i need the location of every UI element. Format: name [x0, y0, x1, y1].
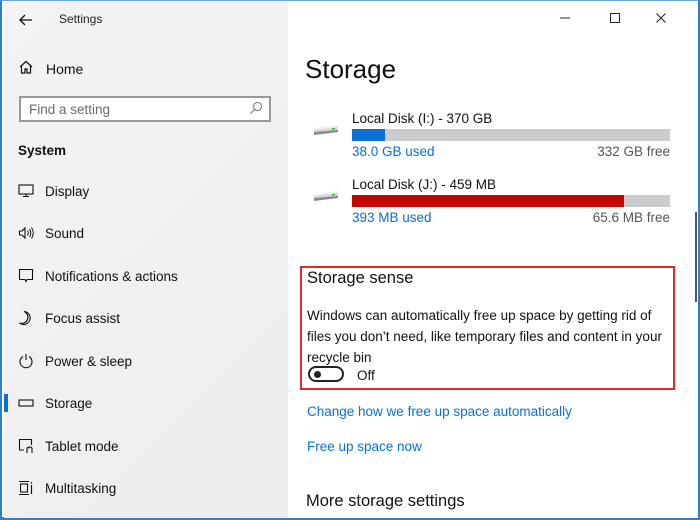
search-placeholder: Find a setting: [29, 102, 111, 117]
scrollbar[interactable]: [695, 212, 697, 302]
settings-window: Settings Home Find a setting System Disp…: [0, 0, 700, 520]
back-button[interactable]: [18, 6, 38, 30]
sidebar-item-label: Notifications & actions: [45, 268, 178, 284]
close-icon: [656, 13, 666, 23]
sidebar-item-label: Storage: [45, 395, 93, 411]
moon-icon: [17, 309, 35, 327]
disk-used-link[interactable]: 38.0 GB used: [352, 144, 435, 159]
sidebar-item-sound[interactable]: Sound: [4, 215, 288, 251]
app-title: Settings: [59, 12, 103, 26]
toggle-knob: [314, 371, 321, 378]
disk-free-text: 332 GB free: [597, 144, 670, 159]
sidebar-item-label: Tablet mode: [45, 438, 119, 454]
sidebar-item-label: Sound: [45, 225, 85, 241]
minimize-button[interactable]: [542, 4, 588, 32]
sidebar-item-power-sleep[interactable]: Power & sleep: [4, 343, 288, 379]
sidebar-item-label: Multitasking: [45, 480, 117, 496]
sidebar-item-focus-assist[interactable]: Focus assist: [4, 300, 288, 336]
disk-name: Local Disk (I:) - 370 GB: [352, 111, 493, 126]
sidebar-item-multitasking[interactable]: Multitasking: [4, 470, 288, 506]
toggle-state-label: Off: [357, 368, 375, 383]
disk-item[interactable]: Local Disk (I:) - 370 GB 38.0 GB used 33…: [306, 111, 676, 161]
close-button[interactable]: [638, 4, 684, 32]
main-content: Storage Local Disk (I:) - 370 GB 38.0 GB…: [288, 2, 698, 518]
disk-usage-bar[interactable]: [352, 129, 670, 141]
storage-icon: [17, 394, 35, 412]
storage-sense-description: Windows can automatically free up space …: [307, 308, 662, 365]
monitor-icon: [17, 182, 35, 200]
disk-item[interactable]: Local Disk (J:) - 459 MB 393 MB used 65.…: [306, 177, 676, 227]
disk-usage-fill: [352, 129, 385, 141]
disk-usage-bar[interactable]: [352, 195, 670, 207]
disk-usage-fill: [352, 195, 625, 207]
more-storage-settings-heading: More storage settings: [306, 492, 465, 510]
speaker-icon: [17, 224, 35, 242]
search-icon[interactable]: [249, 101, 263, 115]
search-input[interactable]: Find a setting: [19, 96, 271, 122]
notification-icon: [17, 267, 35, 285]
sidebar-item-label: Display: [45, 183, 90, 199]
power-icon: [17, 352, 35, 370]
disk-used-link[interactable]: 393 MB used: [352, 210, 432, 225]
disk-free-text: 65.6 MB free: [592, 210, 670, 225]
drive-icon: [314, 125, 338, 135]
sidebar-item-display[interactable]: Display: [4, 173, 288, 209]
sidebar-item-label: Power & sleep: [45, 353, 133, 369]
sidebar-item-tablet-mode[interactable]: Tablet mode: [4, 428, 288, 464]
storage-sense-toggle[interactable]: [308, 366, 344, 382]
sidebar-item-label: Focus assist: [45, 310, 121, 326]
storage-sense-title: Storage sense: [307, 269, 414, 287]
sidebar: Settings Home Find a setting System Disp…: [4, 2, 288, 518]
change-free-space-link[interactable]: Change how we free up space automaticall…: [307, 404, 572, 419]
section-heading: System: [18, 143, 67, 158]
home-label: Home: [46, 60, 84, 77]
drive-icon: [314, 191, 338, 201]
page-title: Storage: [305, 54, 397, 84]
minimize-icon: [560, 17, 570, 19]
tablet-mode-icon: [17, 437, 35, 455]
arrow-left-icon: [19, 14, 32, 26]
sidebar-item-notifications[interactable]: Notifications & actions: [4, 258, 288, 294]
maximize-icon: [610, 13, 620, 23]
sidebar-item-storage[interactable]: Storage: [4, 385, 288, 421]
sidebar-item-home[interactable]: Home: [18, 59, 83, 78]
maximize-button[interactable]: [592, 4, 638, 32]
home-icon: [18, 59, 40, 78]
disk-name: Local Disk (J:) - 459 MB: [352, 177, 497, 192]
multitasking-icon: [17, 479, 35, 497]
free-up-space-now-link[interactable]: Free up space now: [307, 439, 422, 454]
